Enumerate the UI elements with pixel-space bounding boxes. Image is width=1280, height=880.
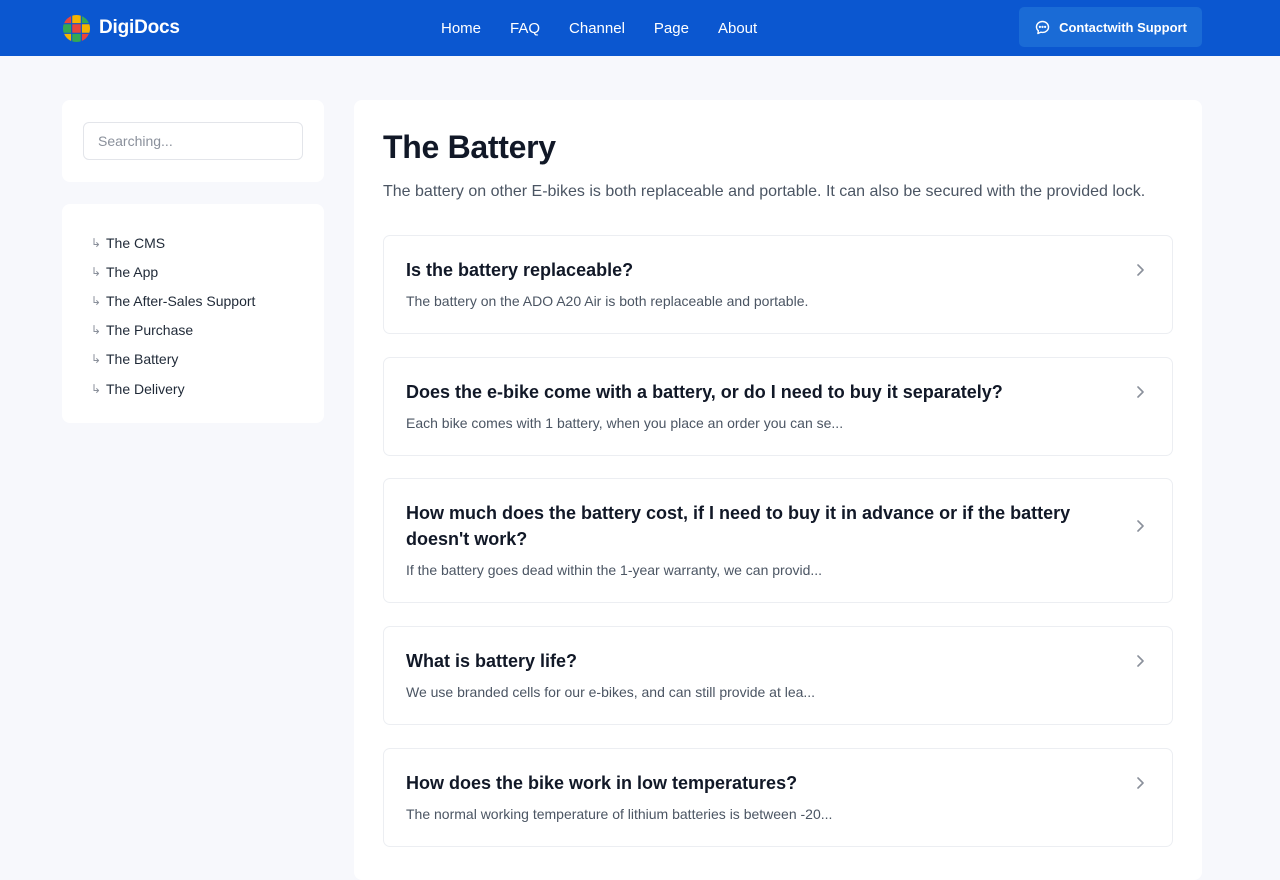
top-navbar: DigiDocs Home FAQ Channel Page About Con… — [0, 0, 1280, 56]
category-item-after-sales[interactable]: ↳ The After-Sales Support — [62, 286, 324, 315]
faq-answer: The normal working temperature of lithiu… — [406, 806, 833, 822]
category-label: The Delivery — [106, 380, 185, 397]
chevron-right-icon — [1134, 385, 1146, 399]
faq-answer: We use branded cells for our e-bikes, an… — [406, 684, 816, 700]
faq-item[interactable]: How much does the battery cost, if I nee… — [383, 478, 1173, 603]
faq-answer: If the battery goes dead within the 1-ye… — [406, 562, 823, 578]
category-list: ↳ The CMS ↳ The App ↳ The After-Sales Su… — [62, 204, 324, 423]
faq-question: Does the e-bike come with a battery, or … — [406, 382, 1003, 402]
faq-item[interactable]: What is battery life? We use branded cel… — [383, 626, 1173, 725]
chevron-right-icon — [1134, 263, 1146, 277]
faq-answer: Each bike comes with 1 battery, when you… — [406, 415, 844, 431]
page-description: The battery on other E-bikes is both rep… — [383, 183, 1146, 200]
chevron-right-icon — [1134, 654, 1146, 668]
chevron-right-icon — [1134, 776, 1146, 790]
brand-name: DigiDocs — [99, 17, 180, 38]
return-arrow-icon: ↳ — [91, 293, 102, 308]
faq-item[interactable]: How does the bike work in low temperatur… — [383, 748, 1173, 847]
category-label: The Purchase — [106, 322, 194, 339]
category-item-purchase[interactable]: ↳ The Purchase — [62, 316, 324, 345]
brand[interactable]: DigiDocs — [62, 13, 180, 43]
faq-question: What is battery life? — [406, 651, 578, 671]
nav-faq[interactable]: FAQ — [510, 20, 540, 37]
faq-item[interactable]: Is the battery replaceable? The battery … — [383, 235, 1173, 334]
article-panel: The Battery The battery on other E-bikes… — [354, 100, 1202, 880]
page-title: The Battery — [383, 129, 556, 165]
category-label: The After-Sales Support — [106, 292, 256, 309]
return-arrow-icon: ↳ — [91, 264, 102, 279]
category-item-cms[interactable]: ↳ The CMS — [62, 228, 324, 257]
faq-question: Is the battery replaceable? — [406, 260, 634, 280]
faq-question: How does the bike work in low temperatur… — [406, 773, 798, 793]
return-arrow-icon: ↳ — [91, 352, 102, 367]
faq-answer: The battery on the ADO A20 Air is both r… — [406, 293, 809, 309]
nav-about[interactable]: About — [718, 20, 757, 37]
return-arrow-icon: ↳ — [91, 381, 102, 396]
faq-item[interactable]: Does the e-bike come with a battery, or … — [383, 357, 1173, 456]
category-label: The Battery — [106, 351, 179, 368]
nav-page[interactable]: Page — [654, 20, 689, 37]
chat-bubble-icon — [1035, 20, 1050, 34]
search-card — [62, 100, 324, 182]
category-item-battery[interactable]: ↳ The Battery — [62, 345, 324, 374]
category-label: The App — [106, 263, 159, 280]
return-arrow-icon: ↳ — [91, 323, 102, 338]
main-nav: Home FAQ Channel Page About — [441, 17, 757, 39]
nav-channel[interactable]: Channel — [569, 20, 625, 37]
return-arrow-icon: ↳ — [91, 235, 102, 250]
chevron-right-icon — [1134, 519, 1146, 533]
search-input[interactable] — [83, 122, 303, 160]
faq-question: How much does the battery cost, if I nee… — [406, 503, 1071, 549]
contact-support-button[interactable]: Contactwith Support — [1019, 7, 1202, 47]
contact-support-label: Contactwith Support — [1059, 19, 1187, 35]
category-label: The CMS — [106, 234, 166, 251]
category-item-delivery[interactable]: ↳ The Delivery — [62, 374, 324, 403]
brand-logo-icon — [62, 14, 91, 42]
nav-home[interactable]: Home — [441, 20, 481, 37]
category-item-app[interactable]: ↳ The App — [62, 257, 324, 286]
